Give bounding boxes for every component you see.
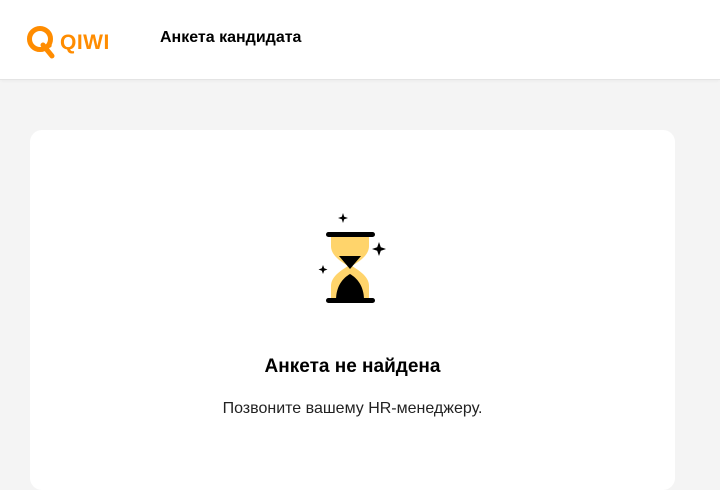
qiwi-logo-text: QIWI	[60, 30, 110, 54]
empty-state-card	[30, 130, 675, 490]
qiwi-logo[interactable]: QIWI	[26, 25, 110, 59]
page-title: Анкета кандидата	[160, 29, 302, 46]
qiwi-logo-icon	[27, 26, 55, 59]
empty-state-title: Анкета не найдена	[264, 356, 441, 377]
empty-state-message: Позвоните вашему HR-менеджеру.	[222, 400, 483, 417]
hourglass-icon	[318, 213, 386, 303]
top-header: QIWI Анкета кандидата	[0, 0, 720, 80]
